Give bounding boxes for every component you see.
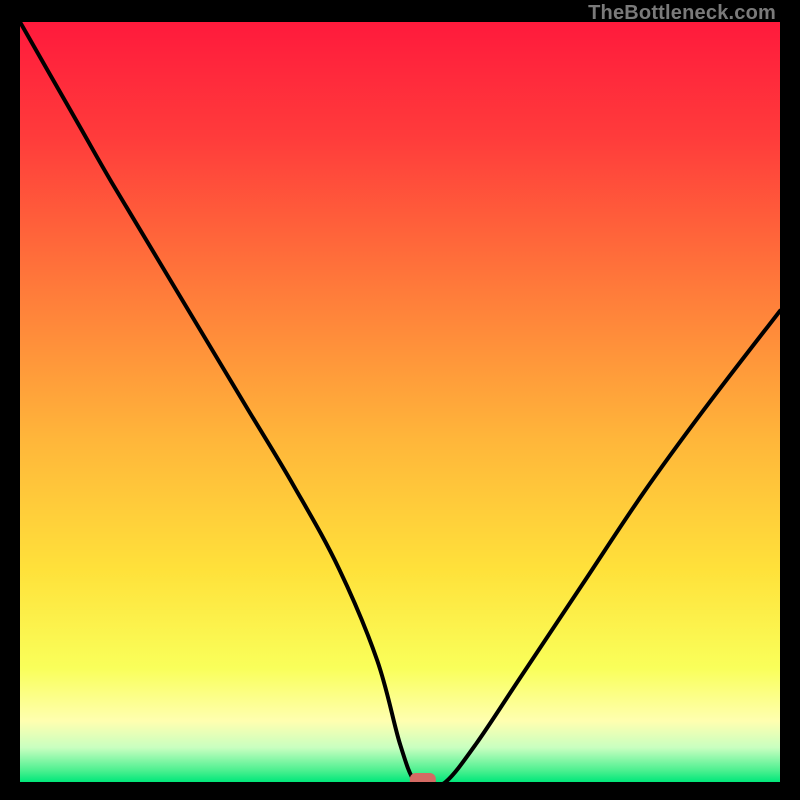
bottleneck-chart (20, 22, 780, 782)
chart-frame (20, 22, 780, 782)
watermark-text: TheBottleneck.com (588, 2, 776, 25)
optimal-marker (410, 773, 436, 782)
chart-background-gradient (20, 22, 780, 782)
